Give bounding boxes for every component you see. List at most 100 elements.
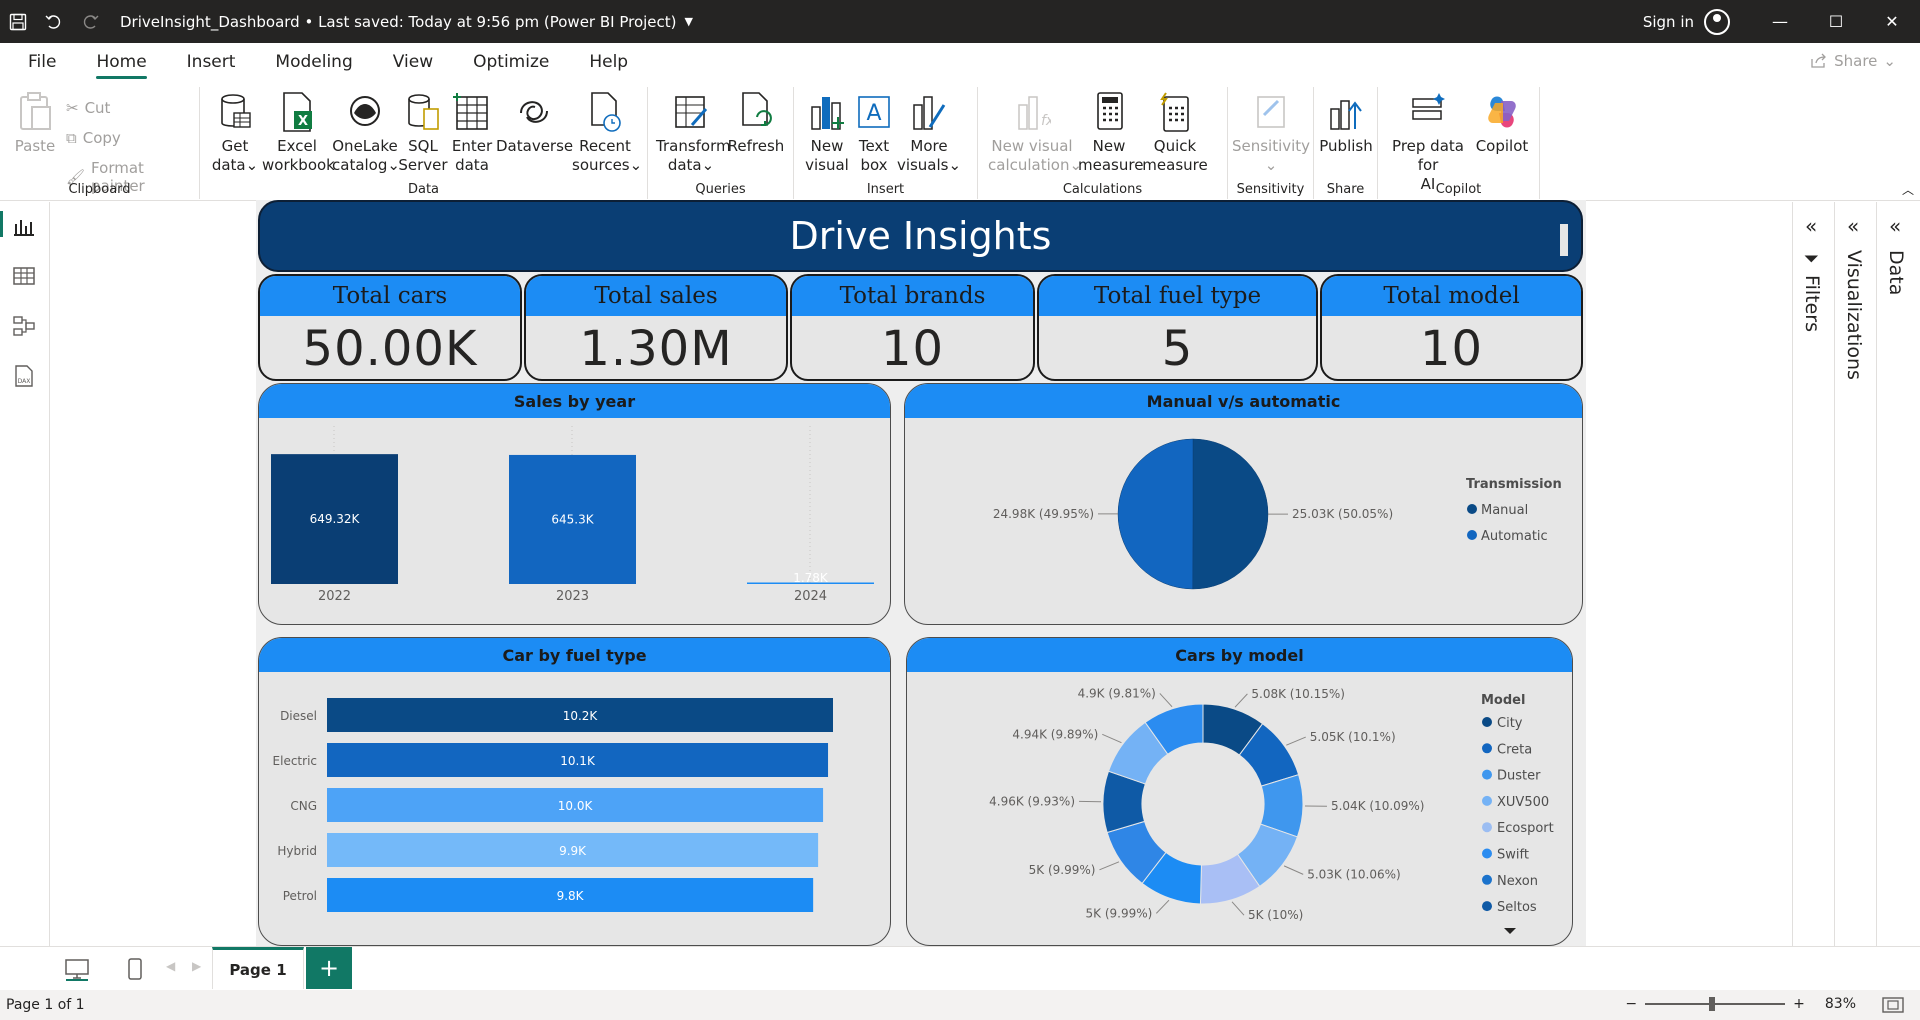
data-label: 25.03K (50.05%)	[1292, 507, 1393, 521]
ribbon-group-clipboard: Paste ✂ Cut ⧉ Copy 🖌 Format painter Clipboa…	[0, 87, 200, 199]
tab-modeling[interactable]: Modeling	[255, 43, 372, 81]
sensitivity-button[interactable]: Sensitivity ⌄	[1228, 91, 1314, 175]
tab-help[interactable]: Help	[569, 43, 648, 81]
share-button[interactable]: Share ⌄	[1810, 52, 1896, 70]
save-icon[interactable]	[0, 0, 36, 43]
get-data-button[interactable]: Get data⌄	[210, 91, 260, 175]
kpi-card-total-fuel-type[interactable]: Total fuel type 5	[1037, 274, 1318, 381]
legend-marker	[1467, 504, 1477, 514]
visualizations-pane[interactable]: « Visualizations	[1834, 202, 1876, 946]
kpi-card-total-brands[interactable]: Total brands 10	[790, 274, 1035, 381]
fuel-type-card[interactable]: Car by fuel type Diesel 10.2K Electric 10.1…	[258, 637, 891, 946]
expand-filters-icon[interactable]: «	[1805, 214, 1817, 238]
model-view-icon[interactable]	[12, 314, 36, 338]
recent-sources-button[interactable]: Recent sources⌄	[572, 91, 642, 175]
kpi-card-total-cars[interactable]: Total cars 50.00K	[258, 274, 522, 381]
add-page-button[interactable]: +	[306, 947, 352, 989]
leader-line	[1286, 736, 1306, 746]
data-group-label: Data	[407, 182, 440, 197]
tab-optimize[interactable]: Optimize	[453, 43, 569, 81]
text-box-button[interactable]: A Text box	[852, 91, 896, 175]
zoom-slider-thumb[interactable]	[1709, 997, 1716, 1011]
minimize-button[interactable]: —	[1752, 0, 1808, 43]
desktop-layout-icon[interactable]	[64, 957, 90, 981]
data-pane[interactable]: « Data	[1876, 202, 1920, 946]
dax-query-view-icon[interactable]: DAX	[12, 364, 36, 388]
prep-label-1: Prep data for	[1392, 137, 1464, 174]
leader-line	[1283, 865, 1304, 875]
new-visual-calculation-button[interactable]: fx New visual calculation⌄	[988, 91, 1082, 175]
redo-icon[interactable]	[72, 0, 108, 43]
account-icon[interactable]	[1704, 8, 1730, 35]
close-button[interactable]: ✕	[1864, 0, 1920, 43]
quick-measure-button[interactable]: Quick measure	[1142, 91, 1208, 175]
paste-button[interactable]: Paste	[12, 91, 58, 156]
filters-pane[interactable]: « ⏷ Filters	[1792, 202, 1834, 946]
sales-by-year-chart[interactable]: 649.32K 2022 645.3K 2023 1.78K 2024	[259, 418, 891, 624]
filters-label: ⏷ Filters	[1801, 250, 1823, 332]
filters-text: Filters	[1801, 275, 1823, 333]
page-tab[interactable]: Page 1	[212, 947, 304, 989]
model-donut-chart[interactable]: 5.08K (10.15%) 5.05K (10.1%) 5.04K (10.09%…	[907, 672, 1573, 945]
maximize-button[interactable]: ☐	[1808, 0, 1864, 43]
prep-data-for-ai-button[interactable]: Prep data for AI	[1386, 91, 1470, 194]
table-view-icon[interactable]	[12, 264, 36, 288]
svg-text:DAX: DAX	[18, 378, 31, 385]
zoom-slider[interactable]	[1645, 997, 1786, 1011]
data-label: Data	[1885, 250, 1907, 296]
publish-icon	[1330, 100, 1362, 130]
copilot-button[interactable]: Copilot	[1472, 91, 1532, 156]
title-dropdown-icon[interactable]: ▼	[685, 15, 693, 28]
cut-button[interactable]: ✂ Cut	[66, 99, 110, 117]
fuel-type-bar-chart[interactable]: Diesel 10.2K Electric 10.1K CNG 10.0K Hybrid 9.…	[259, 672, 891, 945]
sign-in-link[interactable]: Sign in	[1643, 13, 1694, 31]
expand-data-icon[interactable]: «	[1889, 214, 1901, 238]
kpi-card-total-sales[interactable]: Total sales 1.30M	[524, 274, 788, 381]
new-visual-button[interactable]: New visual	[802, 91, 852, 175]
tab-insert[interactable]: Insert	[167, 43, 256, 81]
data-label: 9.8K	[557, 889, 585, 903]
chevron-down-icon: ⌄	[948, 156, 962, 174]
scrollbar[interactable]	[1560, 224, 1568, 256]
kpi-card-total-model[interactable]: Total model 10	[1320, 274, 1583, 381]
copy-button[interactable]: ⧉ Copy	[66, 129, 121, 147]
publish-button[interactable]: Publish	[1314, 91, 1378, 156]
next-page-icon[interactable]: ▶	[192, 959, 201, 973]
refresh-button[interactable]: Refresh	[726, 91, 786, 156]
tab-file[interactable]: File	[0, 43, 76, 81]
undo-icon[interactable]	[36, 0, 72, 43]
zoom-level[interactable]: 83%	[1825, 996, 1856, 1012]
tab-view[interactable]: View	[373, 43, 453, 81]
excel-icon: X	[283, 92, 312, 132]
chart-title: Cars by model	[907, 638, 1572, 672]
onelake-catalog-button[interactable]: OneLake catalog⌄	[332, 91, 400, 175]
transmission-pie-chart[interactable]: 25.03K (50.05%) 24.98K (49.95%) Transmissi…	[905, 418, 1583, 624]
enter-data-button[interactable]: Enter data	[448, 91, 496, 175]
svg-text:A: A	[866, 101, 881, 126]
more-visuals-button[interactable]: More visuals⌄	[896, 91, 962, 175]
expand-visualizations-icon[interactable]: «	[1847, 214, 1859, 238]
mobile-layout-icon[interactable]	[122, 957, 148, 981]
kpi-value: 10	[880, 320, 945, 377]
dataverse-button[interactable]: Dataverse	[496, 91, 573, 156]
previous-page-icon[interactable]: ◀	[166, 959, 175, 973]
new-measure-button[interactable]: New measure	[1078, 91, 1143, 175]
sql-server-button[interactable]: SQL Server	[398, 91, 448, 175]
zoom-out-icon[interactable]: −	[1625, 996, 1637, 1012]
fit-to-page-icon[interactable]	[1882, 997, 1904, 1013]
visualizations-label: Visualizations	[1843, 250, 1865, 380]
model-card[interactable]: Cars by model 5.08K (10.15%) 5.05K (10.1%…	[906, 637, 1573, 946]
legend-item: Nexon	[1497, 874, 1538, 889]
sales-by-year-card[interactable]: Sales by year 649.32K 2022 645.3K 2023 1.78K…	[258, 383, 891, 625]
ribbon: Paste ✂ Cut ⧉ Copy 🖌 Format painter Clipboa…	[0, 81, 1920, 201]
collapse-ribbon-icon[interactable]: ︿	[1902, 181, 1914, 198]
transmission-card[interactable]: Manual v/s automatic 25.03K (50.05%) 24.9…	[904, 383, 1583, 625]
excel-workbook-button[interactable]: X Excel workbook	[262, 91, 335, 175]
kpi-label: Total model	[1322, 276, 1581, 316]
title-bar: DriveInsight_Dashboard • Last saved: Tod…	[0, 0, 1920, 43]
zoom-in-icon[interactable]: +	[1793, 996, 1805, 1012]
tab-home[interactable]: Home	[76, 43, 166, 81]
leader-line	[1155, 899, 1170, 914]
transform-data-button[interactable]: Transform data⌄	[656, 91, 731, 175]
report-view-icon[interactable]	[12, 214, 36, 238]
